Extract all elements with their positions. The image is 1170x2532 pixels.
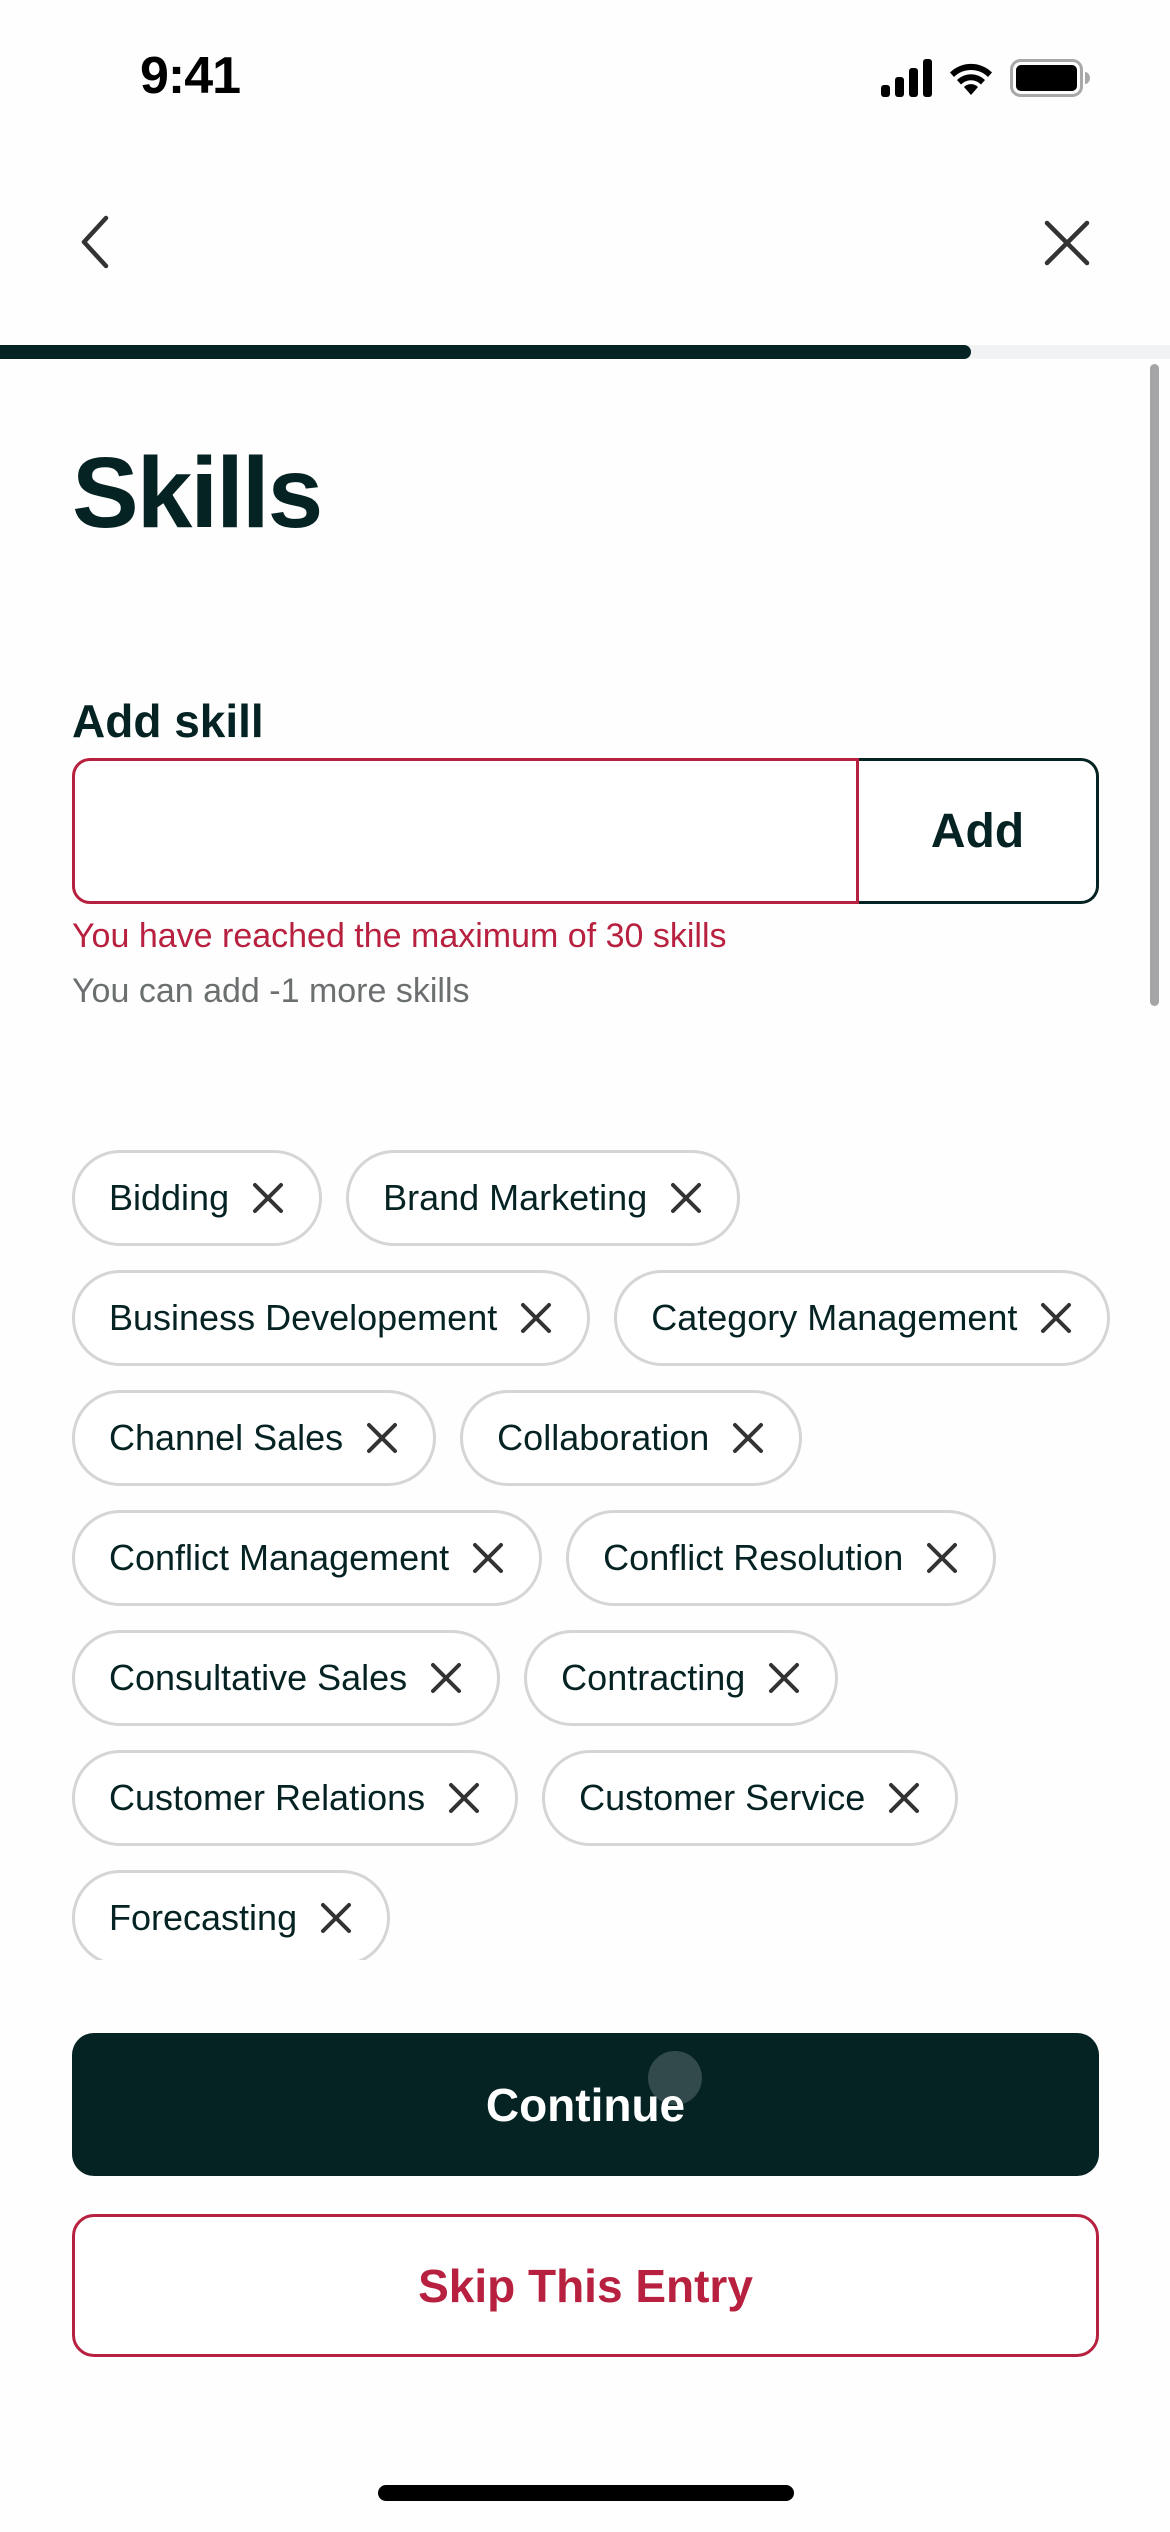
skill-chip-label: Forecasting: [109, 1897, 298, 1938]
cellular-signal-icon: [881, 59, 932, 97]
page-title: Skills: [72, 437, 323, 549]
close-icon: [431, 1663, 462, 1693]
skill-chip-label: Conflict Management: [109, 1537, 450, 1578]
chevron-left-icon: [81, 215, 109, 269]
skill-chip: Customer Relations: [72, 1750, 519, 1846]
skip-entry-button[interactable]: Skip This Entry: [72, 2214, 1099, 2357]
skill-chip-label: Conflict Resolution: [603, 1537, 904, 1578]
close-icon: [927, 1543, 958, 1573]
close-icon: [367, 1423, 398, 1453]
skills-list: Bidding Brand Marketing Business Developem…: [72, 1150, 1112, 1960]
remove-skill-button[interactable]: [669, 1181, 703, 1215]
close-icon: [769, 1663, 800, 1693]
remove-skill-button[interactable]: [429, 1661, 463, 1695]
close-icon: [1041, 1303, 1072, 1333]
status-icons: [881, 58, 1090, 98]
skill-chip-label: Consultative Sales: [109, 1657, 408, 1698]
skill-chip: Brand Marketing: [346, 1150, 741, 1246]
skills-screen: 9:41 Skills Add skill Add You have reach…: [0, 0, 1170, 2532]
skill-chip: Consultative Sales: [72, 1630, 501, 1726]
progress-bar: [0, 345, 1170, 359]
remove-skill-button[interactable]: [731, 1421, 765, 1455]
progress-bar-fill: [0, 345, 972, 359]
remove-skill-button[interactable]: [519, 1301, 553, 1335]
remaining-skills-helper: You can add -1 more skills: [72, 972, 470, 1010]
remove-skill-button[interactable]: [471, 1541, 505, 1575]
close-icon: [733, 1423, 764, 1453]
skill-chip: Category Management: [614, 1270, 1111, 1366]
remove-skill-button[interactable]: [319, 1901, 353, 1935]
skill-chip-label: Collaboration: [497, 1417, 710, 1458]
skill-chip: Business Developement: [72, 1270, 591, 1366]
skill-chip: Customer Service: [542, 1750, 959, 1846]
skill-chip: Collaboration: [460, 1390, 803, 1486]
remove-skill-button[interactable]: [251, 1181, 285, 1215]
remove-skill-button[interactable]: [925, 1541, 959, 1575]
close-icon: [1044, 220, 1090, 266]
close-icon: [889, 1783, 920, 1813]
status-bar: 9:41: [0, 0, 1170, 150]
remove-skill-button[interactable]: [767, 1661, 801, 1695]
close-icon: [449, 1783, 480, 1813]
home-indicator[interactable]: [378, 2485, 794, 2501]
skill-chip: Conflict Management: [72, 1510, 543, 1606]
skill-chip: Forecasting: [72, 1870, 391, 1960]
remove-skill-button[interactable]: [447, 1781, 481, 1815]
skill-chip-label: Contracting: [561, 1657, 746, 1698]
skill-chip-label: Business Developement: [109, 1297, 498, 1338]
touch-indicator: [648, 2051, 702, 2105]
close-icon: [671, 1183, 702, 1213]
close-icon: [321, 1903, 352, 1933]
add-skill-label: Add skill: [72, 695, 264, 747]
scrollbar[interactable]: [1150, 364, 1159, 1006]
close-button[interactable]: [1042, 218, 1092, 268]
skill-chip: Conflict Resolution: [566, 1510, 997, 1606]
remove-skill-button[interactable]: [887, 1781, 921, 1815]
close-icon: [253, 1183, 284, 1213]
skill-input[interactable]: [72, 758, 859, 904]
add-skill-button[interactable]: Add: [859, 758, 1099, 904]
remove-skill-button[interactable]: [365, 1421, 399, 1455]
remove-skill-button[interactable]: [1039, 1301, 1073, 1335]
skill-chip-label: Customer Service: [579, 1777, 866, 1818]
skill-chips: Bidding Brand Marketing Business Developem…: [72, 1150, 1112, 1960]
back-button[interactable]: [70, 212, 120, 272]
skill-chip-label: Channel Sales: [109, 1417, 344, 1458]
skill-chip: Channel Sales: [72, 1390, 437, 1486]
continue-button[interactable]: Continue: [72, 2033, 1099, 2176]
skill-chip-label: Bidding: [109, 1177, 230, 1218]
skill-chip-label: Category Management: [651, 1297, 1018, 1338]
wifi-icon: [950, 63, 992, 95]
skill-chip: Bidding: [72, 1150, 323, 1246]
close-icon: [473, 1543, 504, 1573]
skill-chip-label: Customer Relations: [109, 1777, 426, 1818]
close-icon: [521, 1303, 552, 1333]
skill-chip: Contracting: [524, 1630, 839, 1726]
skill-chip-label: Brand Marketing: [383, 1177, 648, 1218]
add-skill-input-group: Add: [72, 758, 1099, 904]
max-skills-error: You have reached the maximum of 30 skill…: [72, 917, 727, 955]
status-time: 9:41: [140, 47, 241, 105]
battery-icon: [1010, 59, 1090, 97]
